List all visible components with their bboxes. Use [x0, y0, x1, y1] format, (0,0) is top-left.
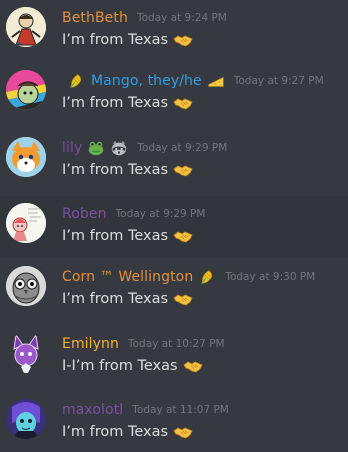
avatar-image	[6, 137, 46, 177]
username[interactable]: Mango, they/he	[91, 73, 202, 89]
message-text: I’m from Texas	[62, 228, 169, 244]
message-item[interactable]: Mango, they/he Today at 9:27 PM I’m from…	[0, 63, 348, 125]
avatar-image	[6, 266, 46, 306]
handshake-icon	[173, 289, 193, 309]
message-item[interactable]: Corn ™ Wellington Today at 9:30 PM I’m f…	[0, 259, 348, 321]
username[interactable]: maxolotl	[62, 402, 123, 418]
message-item[interactable]: Emilynn Today at 10:27 PM I-I’m from Tex…	[0, 326, 348, 388]
avatar[interactable]	[6, 203, 46, 243]
avatar[interactable]	[6, 137, 46, 177]
username[interactable]: Emilynn	[62, 336, 119, 352]
avatar-image	[6, 7, 46, 47]
cheese-icon	[207, 72, 225, 90]
frog-icon	[87, 139, 105, 157]
timestamp: Today at 10:27 PM	[128, 338, 225, 350]
message-item[interactable]: maxolotl Today at 11:07 PM I’m from Texa…	[0, 392, 348, 452]
message-item[interactable]: lily Today at 9:29 PM I’m from Texas	[0, 130, 348, 192]
avatar-image	[6, 70, 46, 110]
handshake-icon	[173, 30, 193, 50]
timestamp: Today at 11:07 PM	[132, 404, 229, 416]
avatar[interactable]	[6, 7, 46, 47]
message-text: I’m from Texas	[62, 95, 169, 111]
timestamp: Today at 9:29 PM	[137, 142, 228, 154]
avatar-image	[6, 203, 46, 243]
avatar-image	[6, 399, 46, 439]
handshake-icon	[173, 93, 193, 113]
message-item[interactable]: Roben Today at 9:29 PM I’m from Texas	[0, 196, 348, 258]
message-text: I’m from Texas	[62, 424, 169, 440]
message-list: BethBeth Today at 9:24 PM I’m from Texas	[0, 0, 348, 452]
corn-icon	[198, 268, 216, 286]
message-item[interactable]: BethBeth Today at 9:24 PM I’m from Texas	[0, 0, 348, 62]
message-text: I-I’m from Texas	[62, 358, 178, 374]
message-text: I’m from Texas	[62, 291, 169, 307]
handshake-icon	[173, 160, 193, 180]
timestamp: Today at 9:30 PM	[225, 271, 316, 283]
message-text: I’m from Texas	[62, 162, 169, 178]
username[interactable]: Corn ™ Wellington	[62, 269, 193, 285]
message-text: I’m from Texas	[62, 32, 169, 48]
username[interactable]: BethBeth	[62, 10, 128, 26]
handshake-icon	[173, 422, 193, 442]
username[interactable]: Roben	[62, 206, 107, 222]
avatar[interactable]	[6, 266, 46, 306]
timestamp: Today at 9:27 PM	[233, 75, 324, 87]
handshake-icon	[183, 356, 203, 376]
username[interactable]: lily	[62, 140, 82, 156]
timestamp: Today at 9:29 PM	[115, 208, 206, 220]
corn-icon	[67, 72, 85, 90]
raccoon-icon	[110, 139, 128, 157]
avatar[interactable]	[6, 70, 46, 110]
handshake-icon	[173, 226, 193, 246]
avatar-image	[6, 333, 46, 373]
timestamp: Today at 9:24 PM	[136, 12, 227, 24]
avatar[interactable]	[6, 333, 46, 373]
avatar[interactable]	[6, 399, 46, 439]
